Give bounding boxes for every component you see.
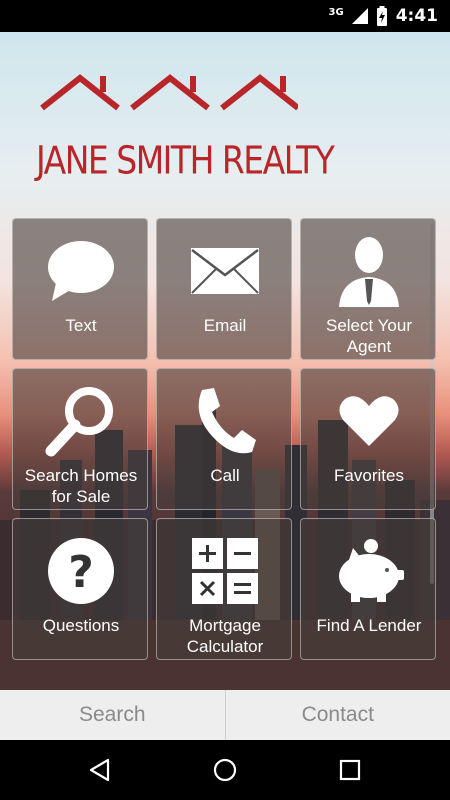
envelope-icon [157,233,293,309]
question-mark-icon: ? [13,533,149,609]
brand-name: JANE SMITH REALTY [36,138,335,183]
agent-person-icon [301,233,437,309]
piggy-bank-icon [301,533,437,609]
bottom-action-bar: Search Contact [0,690,450,740]
tile-label: Favorites [334,466,404,485]
tile-call[interactable]: Call [156,368,292,510]
calculator-icon [157,533,293,609]
tile-label: Email [203,316,247,335]
tile-label: Questions [42,616,120,635]
phone-icon [157,383,293,459]
speech-bubble-icon [13,233,149,309]
tile-favorites[interactable]: Favorites [300,368,436,510]
tile-label: Search Homes for Sale [24,466,138,506]
home-icon[interactable] [213,758,237,782]
magnifier-icon [13,383,149,459]
tile-email[interactable]: Email [156,218,292,360]
house-roofs-icon [40,74,298,111]
tile-label: Find A Lender [316,616,422,635]
tile-label: Text [65,316,97,335]
svg-text:?: ? [68,547,94,598]
tile-text[interactable]: Text [12,218,148,360]
network-type: 3G [328,6,344,18]
tile-label: Select Your Agent [325,316,412,356]
clock: 4:41 [395,6,438,26]
tile-select-agent[interactable]: Select Your Agent [300,218,436,360]
battery-icon [376,6,387,26]
search-button[interactable]: Search [0,690,225,740]
tile-search-homes[interactable]: Search Homes for Sale [12,368,148,510]
recents-icon[interactable] [339,759,361,781]
tile-label: Call [210,466,240,485]
back-icon[interactable] [88,758,112,782]
heart-icon [301,383,437,459]
brand-logo: JANE SMITH REALTY [36,72,335,183]
system-nav-bar [0,740,450,800]
tile-label: Mortgage Calculator [186,616,264,656]
tile-mortgage-calculator[interactable]: Mortgage Calculator [156,518,292,660]
tile-find-lender[interactable]: Find A Lender [300,518,436,660]
status-bar: 3G 4:41 [0,0,450,32]
contact-button[interactable]: Contact [226,690,450,740]
signal-icon [351,8,368,24]
tile-questions[interactable]: ? Questions [12,518,148,660]
